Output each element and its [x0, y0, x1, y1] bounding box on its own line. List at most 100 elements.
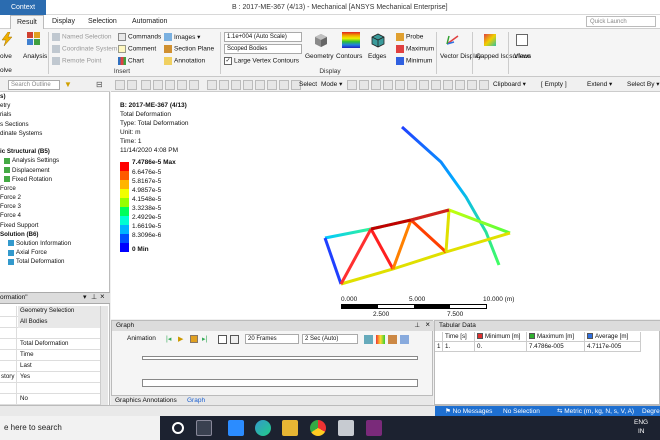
- table-cell[interactable]: 1.: [443, 342, 475, 352]
- select-extra-icon[interactable]: [443, 80, 453, 90]
- collapse-icon[interactable]: ⊟: [96, 80, 106, 90]
- select-vertex-icon[interactable]: [347, 80, 357, 90]
- details-value[interactable]: Total Deformation: [18, 339, 104, 350]
- tree-item[interactable]: Force: [0, 184, 109, 193]
- details-value[interactable]: Geometry Selection: [18, 306, 104, 317]
- select-extra-icon-2[interactable]: [467, 80, 477, 90]
- named-selection-button[interactable]: Named Selection: [52, 33, 112, 41]
- table-cell[interactable]: 7.4786e-005: [527, 342, 585, 352]
- pin-icon-2[interactable]: ⊥: [91, 293, 97, 301]
- tree-item[interactable]: Fixed Support: [0, 221, 109, 230]
- select-by-dropdown[interactable]: Select By ▾: [627, 78, 660, 92]
- column-header[interactable]: Maximum [m]: [527, 332, 585, 342]
- step-back-icon[interactable]: |◂: [166, 335, 171, 343]
- mesh-view-icon[interactable]: [189, 80, 199, 90]
- select-element-icon[interactable]: [407, 80, 417, 90]
- distribution-icon[interactable]: [400, 335, 409, 344]
- tree-item[interactable]: Axial Force: [0, 248, 109, 257]
- tab-result[interactable]: Result: [10, 15, 44, 29]
- details-row[interactable]: Geometry Selection: [0, 306, 104, 317]
- contour-icon[interactable]: [376, 335, 385, 344]
- step-forward-icon[interactable]: ▸|: [202, 335, 207, 343]
- pin-icon[interactable]: ⊥: [414, 321, 420, 331]
- play-icon[interactable]: ▶: [178, 335, 183, 343]
- maximum-button[interactable]: Maximum: [396, 45, 434, 53]
- export-icon[interactable]: [364, 335, 373, 344]
- column-header[interactable]: Minimum [m]: [475, 332, 527, 342]
- shaded-icon[interactable]: [165, 80, 175, 90]
- details-row[interactable]: [0, 383, 104, 394]
- select-all-icon[interactable]: [419, 80, 429, 90]
- chart-button[interactable]: Chart: [118, 57, 144, 65]
- zoom-icon[interactable]: [115, 80, 125, 90]
- details-value[interactable]: All Bodies: [18, 317, 104, 328]
- duration-dropdown[interactable]: 2 Sec (Auto): [302, 334, 358, 344]
- details-row[interactable]: story Yes: [0, 372, 104, 383]
- select-node-icon[interactable]: [395, 80, 405, 90]
- magnifier-icon[interactable]: [267, 80, 277, 90]
- tree-item[interactable]: etry: [0, 101, 109, 110]
- select-more-icon[interactable]: [455, 80, 465, 90]
- language-indicator[interactable]: ENG: [634, 419, 648, 426]
- wireframe-icon[interactable]: [141, 80, 151, 90]
- tree-item[interactable]: ic Structural (B5): [0, 147, 109, 156]
- close-icon[interactable]: ×: [425, 320, 430, 330]
- stop-icon[interactable]: [190, 335, 198, 343]
- tree-item[interactable]: [0, 138, 109, 147]
- column-header[interactable]: Average [m]: [585, 332, 641, 342]
- edges-label[interactable]: Edges: [368, 53, 386, 60]
- graphics-viewport[interactable]: B: 2017-ME-367 (4/13) Total Deformation …: [111, 92, 660, 319]
- tree-item[interactable]: s): [0, 92, 109, 101]
- analysis-label[interactable]: Analysis: [23, 53, 47, 60]
- frames-icon[interactable]: [230, 335, 239, 344]
- section-plane-button[interactable]: Section Plane: [164, 45, 214, 53]
- commands-button[interactable]: Commands: [118, 33, 161, 41]
- details-value[interactable]: Yes: [18, 372, 104, 383]
- tab-selection[interactable]: Selection: [82, 15, 123, 29]
- tree-item[interactable]: rials: [0, 110, 109, 119]
- tree-item[interactable]: Force 2: [0, 193, 109, 202]
- geometry-label[interactable]: Geometry: [305, 53, 334, 60]
- select-mesh-icon[interactable]: [431, 80, 441, 90]
- select-extra-icon-3[interactable]: [479, 80, 489, 90]
- mechanical-icon[interactable]: [366, 420, 382, 436]
- clipboard-dropdown[interactable]: Clipboard ▾: [493, 78, 526, 92]
- contours-icon[interactable]: [342, 32, 360, 48]
- tree-item[interactable]: s Sections: [0, 120, 109, 129]
- frames-dropdown[interactable]: 20 Frames: [245, 334, 299, 344]
- select-face-icon[interactable]: [371, 80, 381, 90]
- outline-search-input[interactable]: Search Outline: [8, 80, 60, 90]
- table-cell[interactable]: 0.: [475, 342, 527, 352]
- details-row[interactable]: Last: [0, 361, 104, 372]
- workbench-icon[interactable]: [338, 420, 354, 436]
- details-value[interactable]: Last: [18, 361, 104, 372]
- geometry-icon[interactable]: [313, 32, 329, 48]
- cortana-icon[interactable]: [172, 422, 184, 434]
- coordinate-system-button[interactable]: Coordinate System: [52, 45, 117, 53]
- table-cell[interactable]: 4.7117e-005: [585, 342, 641, 352]
- solid-icon[interactable]: [153, 80, 163, 90]
- details-value[interactable]: Time: [18, 350, 104, 361]
- settings-icon[interactable]: [388, 335, 397, 344]
- capped-isosurface-icon[interactable]: [484, 34, 496, 46]
- vector-display-icon[interactable]: [446, 34, 460, 46]
- tree-item[interactable]: Solution Information: [0, 239, 109, 248]
- views-label[interactable]: Views: [514, 53, 531, 60]
- context-tab[interactable]: Context: [0, 0, 46, 15]
- details-value[interactable]: [18, 383, 104, 394]
- tree-item[interactable]: Total Deformation: [0, 257, 109, 266]
- chrome-icon[interactable]: [310, 420, 326, 436]
- comment-button[interactable]: Comment: [118, 45, 156, 53]
- details-value[interactable]: No: [18, 394, 104, 405]
- images-button[interactable]: Images ▾: [164, 33, 200, 42]
- contours-label[interactable]: Contours: [336, 53, 362, 60]
- close-icon[interactable]: ×: [100, 292, 105, 301]
- details-scrollbar[interactable]: [100, 306, 108, 406]
- mode-dropdown[interactable]: Mode ▾: [321, 78, 342, 92]
- annotation-button[interactable]: Annotation: [164, 57, 205, 65]
- select-body-icon[interactable]: [383, 80, 393, 90]
- taskbar-search[interactable]: e here to search: [0, 416, 160, 440]
- rotate-icon[interactable]: [207, 80, 217, 90]
- edge-icon[interactable]: [255, 420, 271, 436]
- details-row[interactable]: All Bodies: [0, 317, 104, 328]
